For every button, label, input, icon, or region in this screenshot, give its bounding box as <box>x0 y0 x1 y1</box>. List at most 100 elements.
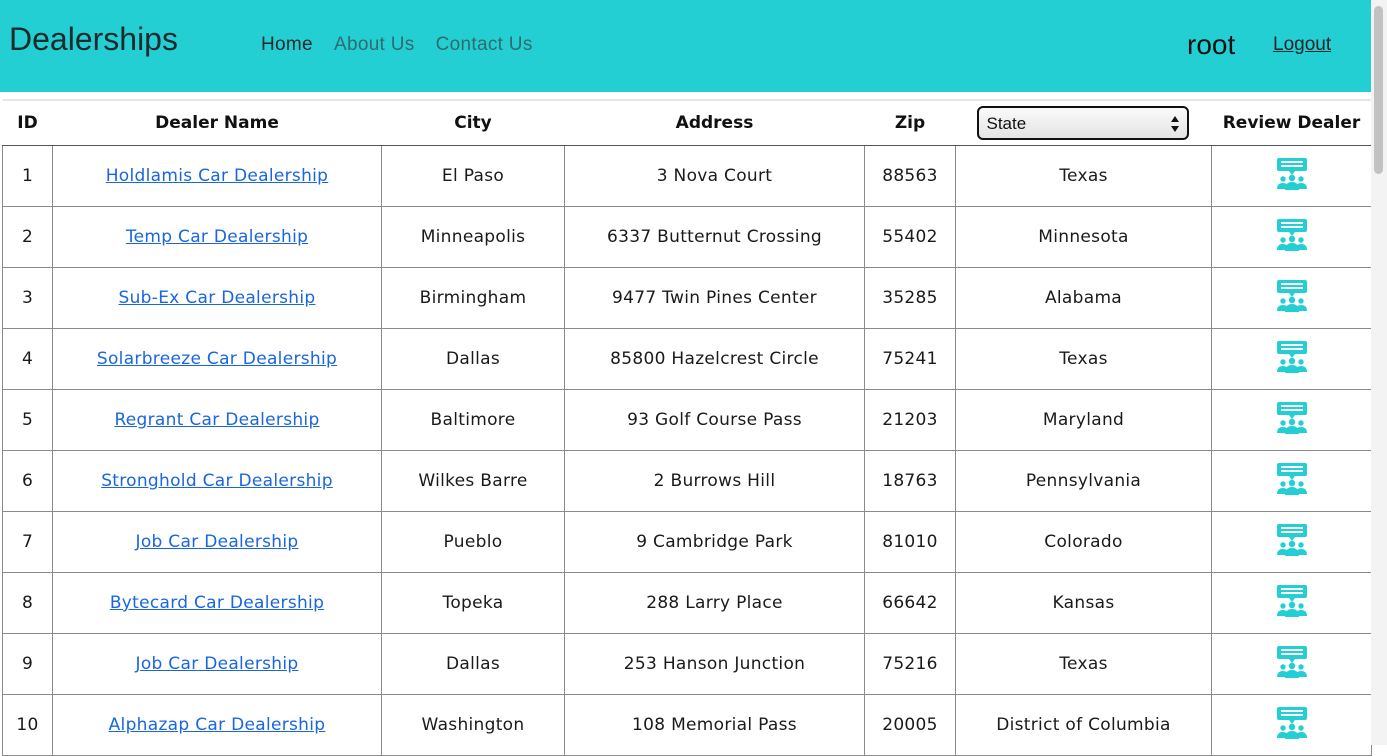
nav-about-link[interactable]: About Us <box>334 34 415 55</box>
cell-zip: 81010 <box>864 511 956 573</box>
cell-state: Texas <box>955 145 1212 207</box>
username-label: root <box>1187 29 1236 60</box>
review-dealer-icon[interactable] <box>1276 401 1308 435</box>
review-dealer-icon[interactable] <box>1276 645 1308 679</box>
cell-address: 93 Golf Course Pass <box>564 389 865 451</box>
cell-address: 3 Nova Court <box>564 145 865 207</box>
cell-dealer-name: Holdlamis Car Dealership <box>52 145 382 207</box>
cell-zip: 20005 <box>864 694 956 756</box>
cell-review <box>1211 145 1372 207</box>
cell-address: 9477 Twin Pines Center <box>564 267 865 329</box>
cell-dealer-name: Regrant Car Dealership <box>52 389 382 451</box>
cell-city: Dallas <box>381 633 565 695</box>
cell-id: 9 <box>2 633 53 695</box>
cell-dealer-name: Bytecard Car Dealership <box>52 572 382 634</box>
dealer-name-link[interactable]: Bytecard Car Dealership <box>110 593 324 613</box>
header-city: City <box>381 100 565 146</box>
cell-review <box>1211 328 1372 390</box>
dealer-name-link[interactable]: Job Car Dealership <box>136 532 299 552</box>
dealer-name-link[interactable]: Temp Car Dealership <box>126 227 308 247</box>
dealer-name-link[interactable]: Regrant Car Dealership <box>114 410 319 430</box>
cell-zip: 55402 <box>864 206 956 268</box>
cell-city: Minneapolis <box>381 206 565 268</box>
cell-city: Topeka <box>381 572 565 634</box>
cell-city: El Paso <box>381 145 565 207</box>
table-row: 1 Holdlamis Car Dealership El Paso 3 Nova C… <box>2 145 1372 207</box>
cell-city: Dallas <box>381 328 565 390</box>
cell-city: Washington <box>381 694 565 756</box>
cell-city: Pueblo <box>381 511 565 573</box>
header-address: Address <box>564 100 865 146</box>
cell-dealer-name: Temp Car Dealership <box>52 206 382 268</box>
state-filter-select[interactable]: State <box>976 106 1189 140</box>
cell-address: 6337 Butternut Crossing <box>564 206 865 268</box>
cell-address: 253 Hanson Junction <box>564 633 865 695</box>
scrollbar-thumb[interactable] <box>1374 6 1383 174</box>
header-id: ID <box>2 100 53 146</box>
review-dealer-icon[interactable] <box>1276 340 1308 374</box>
header-dealer-name: Dealer Name <box>52 100 382 146</box>
nav-home-link[interactable]: Home <box>261 34 313 55</box>
cell-zip: 21203 <box>864 389 956 451</box>
dealer-name-link[interactable]: Job Car Dealership <box>136 654 299 674</box>
cell-state: Maryland <box>955 389 1212 451</box>
dealer-name-link[interactable]: Stronghold Car Dealership <box>101 471 333 491</box>
cell-review <box>1211 511 1372 573</box>
dealer-name-link[interactable]: Holdlamis Car Dealership <box>106 166 329 186</box>
table-header-row: ID Dealer Name City Address Zip State Re… <box>2 100 1372 146</box>
dealers-table: ID Dealer Name City Address Zip State Re… <box>2 99 1372 756</box>
cell-dealer-name: Alphazap Car Dealership <box>52 694 382 756</box>
cell-review <box>1211 572 1372 634</box>
cell-review <box>1211 206 1372 268</box>
cell-review <box>1211 694 1372 756</box>
review-dealer-icon[interactable] <box>1276 584 1308 618</box>
cell-dealer-name: Stronghold Car Dealership <box>52 450 382 512</box>
cell-id: 4 <box>2 328 53 390</box>
cell-id: 8 <box>2 572 53 634</box>
table-row: 2 Temp Car Dealership Minneapolis 6337 Butt… <box>2 206 1372 268</box>
cell-id: 10 <box>2 694 53 756</box>
cell-id: 2 <box>2 206 53 268</box>
header-zip: Zip <box>864 100 956 146</box>
table-row: 10 Alphazap Car Dealership Washington 108 M… <box>2 694 1372 756</box>
cell-city: Baltimore <box>381 389 565 451</box>
review-dealer-icon[interactable] <box>1276 523 1308 557</box>
brand-title[interactable]: Dealerships <box>9 21 178 58</box>
review-dealer-icon[interactable] <box>1276 279 1308 313</box>
review-dealer-icon[interactable] <box>1276 706 1308 740</box>
cell-id: 6 <box>2 450 53 512</box>
cell-zip: 88563 <box>864 145 956 207</box>
cell-zip: 18763 <box>864 450 956 512</box>
nav-contact-link[interactable]: Contact Us <box>436 34 533 55</box>
state-filter-value: State <box>986 114 1027 133</box>
cell-address: 108 Memorial Pass <box>564 694 865 756</box>
cell-state: Texas <box>955 633 1212 695</box>
cell-dealer-name: Job Car Dealership <box>52 511 382 573</box>
cell-review <box>1211 389 1372 451</box>
review-dealer-icon[interactable] <box>1276 157 1308 191</box>
table-row: 4 Solarbreeze Car Dealership Dallas 85800 H… <box>2 328 1372 390</box>
cell-zip: 75241 <box>864 328 956 390</box>
cell-state: Pennsylvania <box>955 450 1212 512</box>
nav-links: Home About Us Contact Us <box>261 34 549 56</box>
cell-review <box>1211 633 1372 695</box>
cell-address: 288 Larry Place <box>564 572 865 634</box>
review-dealer-icon[interactable] <box>1276 462 1308 496</box>
header-review-dealer: Review Dealer <box>1211 100 1372 146</box>
cell-address: 2 Burrows Hill <box>564 450 865 512</box>
cell-zip: 66642 <box>864 572 956 634</box>
select-arrows-icon <box>1170 116 1179 132</box>
cell-address: 9 Cambridge Park <box>564 511 865 573</box>
cell-id: 3 <box>2 267 53 329</box>
cell-state: Kansas <box>955 572 1212 634</box>
header-state: State <box>955 100 1212 146</box>
dealer-name-link[interactable]: Solarbreeze Car Dealership <box>97 349 337 369</box>
cell-id: 5 <box>2 389 53 451</box>
dealer-name-link[interactable]: Sub-Ex Car Dealership <box>119 288 316 308</box>
cell-city: Wilkes Barre <box>381 450 565 512</box>
cell-city: Birmingham <box>381 267 565 329</box>
review-dealer-icon[interactable] <box>1276 218 1308 252</box>
table-row: 9 Job Car Dealership Dallas 253 Hanson Junc… <box>2 633 1372 695</box>
dealer-name-link[interactable]: Alphazap Car Dealership <box>109 715 326 735</box>
logout-link[interactable]: Logout <box>1273 34 1331 56</box>
